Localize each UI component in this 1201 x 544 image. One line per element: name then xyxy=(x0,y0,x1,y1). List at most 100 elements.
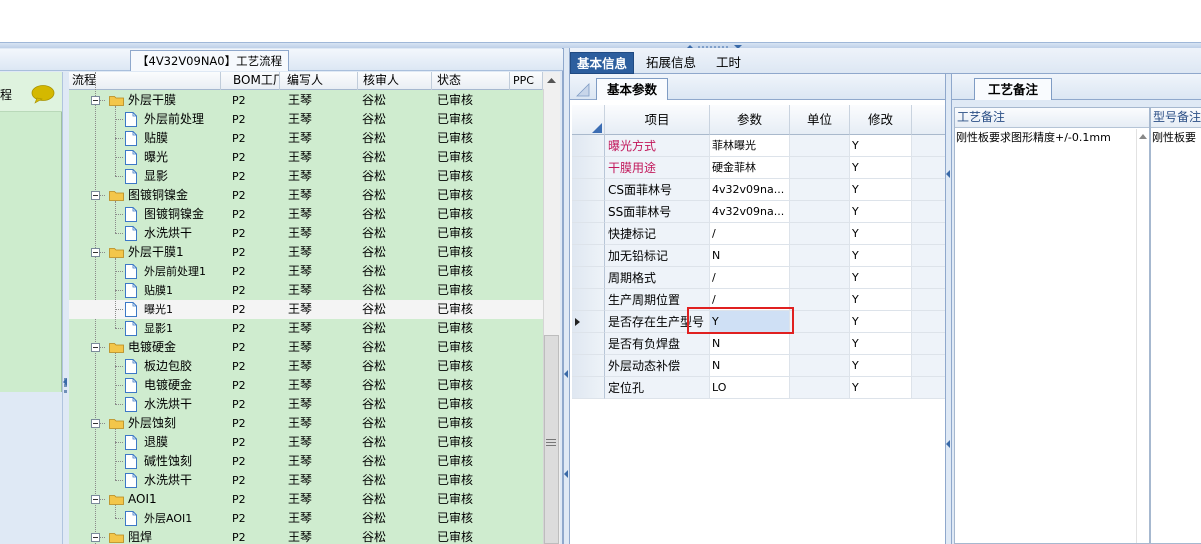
model-note-box[interactable]: 型号备注 刚性板要 xyxy=(1150,107,1201,544)
param-row[interactable]: 定位孔 LO Y xyxy=(572,377,945,399)
param-modify-cell[interactable]: Y xyxy=(850,311,912,333)
tree-step-row[interactable]: 水洗烘干 P2 王琴 谷松 已审核 xyxy=(69,395,543,414)
right-splitter[interactable] xyxy=(945,74,952,544)
param-modify-cell[interactable]: Y xyxy=(850,245,912,267)
row-header[interactable] xyxy=(572,355,605,377)
process-note-box[interactable]: 工艺备注 刚性板要求图形精度+/-0.1mm xyxy=(954,107,1150,544)
param-unit-cell[interactable] xyxy=(790,355,850,377)
tab-extended-info[interactable]: 拓展信息 xyxy=(640,52,702,74)
param-unit-cell[interactable] xyxy=(790,245,850,267)
param-modify-cell[interactable]: Y xyxy=(850,267,912,289)
param-modify-cell[interactable]: Y xyxy=(850,179,912,201)
note-scroll-up-icon[interactable] xyxy=(1139,134,1147,139)
col-header-unit[interactable]: 单位 xyxy=(790,105,850,135)
param-modify-cell[interactable]: Y xyxy=(850,223,912,245)
param-unit-cell[interactable] xyxy=(790,201,850,223)
collapse-toggle-icon[interactable] xyxy=(91,533,100,542)
param-unit-cell[interactable] xyxy=(790,179,850,201)
collapse-toggle-icon[interactable] xyxy=(91,191,100,200)
param-value-cell[interactable]: LO xyxy=(710,377,790,399)
splitter-arrow-icon[interactable] xyxy=(564,370,569,378)
row-header[interactable] xyxy=(572,201,605,223)
param-modify-cell[interactable]: Y xyxy=(850,201,912,223)
tree-step-row[interactable]: 退膜 P2 王琴 谷松 已审核 xyxy=(69,433,543,452)
collapse-toggle-icon[interactable] xyxy=(91,96,100,105)
tree-step-row[interactable]: 显影1 P2 王琴 谷松 已审核 xyxy=(69,319,543,338)
col-header-modify[interactable]: 修改 xyxy=(850,105,912,135)
param-unit-cell[interactable] xyxy=(790,333,850,355)
tab-basic-params[interactable]: 基本参数 xyxy=(596,78,668,100)
collapse-toggle-icon[interactable] xyxy=(91,343,100,352)
param-row[interactable]: 外层动态补偿 N Y xyxy=(572,355,945,377)
tree-group-row[interactable]: 图镀铜镍金 P2 王琴 谷松 已审核 xyxy=(69,186,543,205)
splitter-arrow-icon[interactable] xyxy=(946,440,951,448)
tree-step-row[interactable]: 外层AOI1 P2 王琴 谷松 已审核 xyxy=(69,509,543,528)
row-header[interactable] xyxy=(572,289,605,311)
param-value-cell[interactable]: N xyxy=(710,333,790,355)
param-unit-cell[interactable] xyxy=(790,377,850,399)
scroll-up-arrow-icon[interactable] xyxy=(543,72,560,89)
col-header-reviewer[interactable]: 核审人 xyxy=(360,72,432,90)
param-modify-cell[interactable]: Y xyxy=(850,377,912,399)
tab-process-note[interactable]: 工艺备注 xyxy=(974,78,1052,100)
param-modify-cell[interactable]: Y xyxy=(850,135,912,157)
row-header[interactable] xyxy=(572,179,605,201)
row-header[interactable] xyxy=(572,223,605,245)
tree-step-row[interactable]: 外层前处理1 P2 王琴 谷松 已审核 xyxy=(69,262,543,281)
col-header-param[interactable]: 参数 xyxy=(710,105,790,135)
param-modify-cell[interactable]: Y xyxy=(850,157,912,179)
param-row[interactable]: 干膜用途 硬金菲林 Y xyxy=(572,157,945,179)
left-splitter[interactable] xyxy=(62,72,69,544)
row-header[interactable] xyxy=(572,267,605,289)
param-modify-cell[interactable]: Y xyxy=(850,333,912,355)
tree-step-row[interactable]: 外层前处理 P2 王琴 谷松 已审核 xyxy=(69,110,543,129)
param-value-cell[interactable]: / xyxy=(710,223,790,245)
param-row[interactable]: SS面菲林号 4v32v09na... Y xyxy=(572,201,945,223)
param-value-cell[interactable]: 4v32v09na... xyxy=(710,179,790,201)
tree-group-row[interactable]: 外层蚀刻 P2 王琴 谷松 已审核 xyxy=(69,414,543,433)
tree-step-row[interactable]: 电镀硬金 P2 王琴 谷松 已审核 xyxy=(69,376,543,395)
row-header[interactable] xyxy=(572,311,605,333)
tree-step-row[interactable]: 曝光 P2 王琴 谷松 已审核 xyxy=(69,148,543,167)
collapse-corner-icon[interactable] xyxy=(575,80,591,98)
tree-step-row[interactable]: 贴膜 P2 王琴 谷松 已审核 xyxy=(69,129,543,148)
param-value-cell[interactable]: 4v32v09na... xyxy=(710,201,790,223)
param-row[interactable]: 加无铅标记 N Y xyxy=(572,245,945,267)
tree-step-row[interactable]: 贴膜1 P2 王琴 谷松 已审核 xyxy=(69,281,543,300)
param-row[interactable]: CS面菲林号 4v32v09na... Y xyxy=(572,179,945,201)
param-unit-cell[interactable] xyxy=(790,223,850,245)
collapse-toggle-icon[interactable] xyxy=(91,248,100,257)
row-header[interactable] xyxy=(572,135,605,157)
tab-basic-info[interactable]: 基本信息 xyxy=(570,52,635,74)
tree-step-row[interactable]: 图镀铜镍金 P2 王琴 谷松 已审核 xyxy=(69,205,543,224)
param-row[interactable]: 是否有负焊盘 N Y xyxy=(572,333,945,355)
tree-step-row[interactable]: 板边包胶 P2 王琴 谷松 已审核 xyxy=(69,357,543,376)
tree-step-row[interactable]: 显影 P2 王琴 谷松 已审核 xyxy=(69,167,543,186)
param-value-cell[interactable]: N xyxy=(710,355,790,377)
param-unit-cell[interactable] xyxy=(790,135,850,157)
param-modify-cell[interactable]: Y xyxy=(850,355,912,377)
comment-bubble-icon[interactable] xyxy=(31,85,55,104)
tree-group-row[interactable]: 外层干膜 P2 王琴 谷松 已审核 xyxy=(69,91,543,110)
col-header-ppc[interactable]: PPC xyxy=(510,72,543,90)
param-row[interactable]: 曝光方式 菲林曝光 Y xyxy=(572,135,945,157)
tree-step-row[interactable]: 曝光1 P2 王琴 谷松 已审核 xyxy=(69,300,543,319)
tab-work-hours[interactable]: 工时 xyxy=(710,52,747,74)
tree-group-row[interactable]: 电镀硬金 P2 王琴 谷松 已审核 xyxy=(69,338,543,357)
tree-step-row[interactable]: 碱性蚀刻 P2 王琴 谷松 已审核 xyxy=(69,452,543,471)
tree-group-row[interactable]: 阻焊 P2 王琴 谷松 已审核 xyxy=(69,528,543,544)
row-header[interactable] xyxy=(572,157,605,179)
col-header-writer[interactable]: 编写人 xyxy=(284,72,358,90)
param-value-cell[interactable]: 硬金菲林 xyxy=(710,157,790,179)
param-unit-cell[interactable] xyxy=(790,157,850,179)
tree-group-row[interactable]: 外层干膜1 P2 王琴 谷松 已审核 xyxy=(69,243,543,262)
collapse-toggle-icon[interactable] xyxy=(91,419,100,428)
splitter-arrow-icon[interactable] xyxy=(564,470,569,478)
tree-step-row[interactable]: 水洗烘干 P2 王琴 谷松 已审核 xyxy=(69,224,543,243)
process-note-text[interactable]: 刚性板要求图形精度+/-0.1mm xyxy=(956,129,1111,145)
col-header-status[interactable]: 状态 xyxy=(434,72,510,90)
row-header[interactable] xyxy=(572,245,605,267)
param-value-cell[interactable]: N xyxy=(710,245,790,267)
param-modify-cell[interactable]: Y xyxy=(850,289,912,311)
col-header-item[interactable]: 项目 xyxy=(605,105,710,135)
